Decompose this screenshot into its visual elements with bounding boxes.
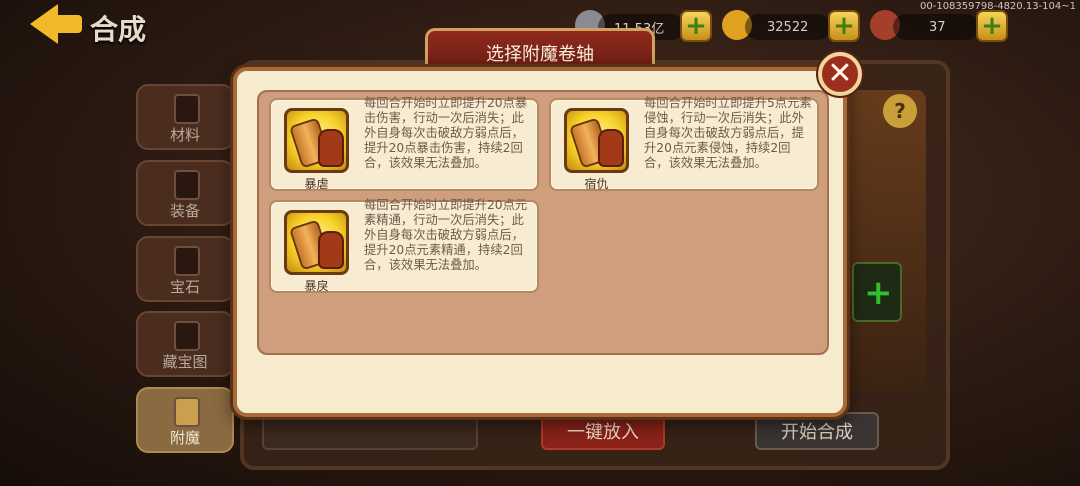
tab-equipment[interactable]: 装备 [136,160,234,226]
tab-treasure-map[interactable]: 藏宝图 [136,311,234,377]
select-enchant-scroll-dialog: 暴虐 每回合开始时立即提升20点暴击伤害，行动一次后消失；此外自身每次击破敌方弱… [233,67,847,417]
treasure-map-icon [174,321,200,351]
tab-materials[interactable]: 材料 [136,84,234,150]
gem-icon [174,246,200,276]
scroll-list: 暴虐 每回合开始时立即提升20点暴击伤害，行动一次后消失；此外自身每次击破敌方弱… [257,90,829,355]
one-click-place-button[interactable]: 一键放入 [541,412,665,450]
back-button[interactable] [30,4,84,44]
close-button[interactable]: ✕ [818,52,862,96]
modal-title: 选择附魔卷轴 [486,44,594,65]
scroll-name: 暴虐 [304,177,329,191]
material-icon [174,94,200,124]
add-stamina-button[interactable]: + [976,10,1008,42]
scroll-name: 宿仇 [584,177,609,191]
help-icon[interactable]: ? [883,94,917,128]
debug-id-text: 00-108359798-4820.13-104~1 [920,1,1076,12]
scroll-card-baoli[interactable]: 暴戾 每回合开始时立即提升20点元素精通，行动一次后消失；此外自身每次击破敌方弱… [269,198,539,293]
add-material-slot[interactable]: + [852,262,902,322]
enchant-slot [262,412,478,450]
scroll-name: 暴戾 [304,279,329,293]
enchant-scroll-icon [284,210,349,275]
stamina-counter: 37 [893,14,979,40]
add-gold-button[interactable]: + [828,10,860,42]
scroll-description: 每回合开始时立即提升20点元素精通，行动一次后消失；此外自身每次击破敌方弱点后，… [364,198,528,272]
enchant-scroll-icon [174,397,200,427]
enchant-scroll-icon [284,108,349,173]
add-coin-button[interactable]: + [680,10,712,42]
tab-enchant[interactable]: 附魔 [136,387,234,453]
tab-gems[interactable]: 宝石 [136,236,234,302]
scroll-description: 每回合开始时立即提升5点元素侵蚀，行动一次后消失；此外自身每次击破敌方弱点后，提… [644,96,812,170]
plus-icon: + [864,273,893,313]
scroll-card-baonue[interactable]: 暴虐 每回合开始时立即提升20点暴击伤害，行动一次后消失；此外自身每次击破敌方弱… [269,96,539,191]
gold-counter: 32522 [745,14,831,40]
enchant-scroll-icon [564,108,629,173]
page-title: 合成 [90,13,147,46]
start-synthesis-button[interactable]: 开始合成 [755,412,879,450]
scroll-card-suchou[interactable]: 宿仇 每回合开始时立即提升5点元素侵蚀，行动一次后消失；此外自身每次击破敌方弱点… [549,96,819,191]
equipment-icon [174,170,200,200]
synthesis-result-art [836,90,926,390]
scroll-description: 每回合开始时立即提升20点暴击伤害，行动一次后消失；此外自身每次击破敌方弱点后，… [364,96,528,170]
